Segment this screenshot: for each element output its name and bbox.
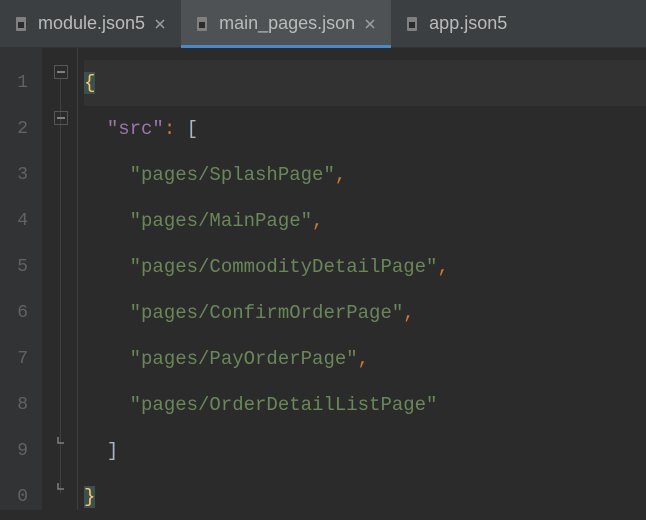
fold-end-icon[interactable]: [54, 433, 68, 447]
code-line: {: [84, 60, 646, 106]
line-number: 0: [0, 474, 28, 520]
tab-label: main_pages.json: [219, 13, 355, 34]
editor-area: 1 2 3 4 5 6 7 8 9 0 { "src": [ "pages/Sp…: [0, 48, 646, 510]
tab-main-pages-json[interactable]: main_pages.json: [181, 0, 391, 47]
fold-end-icon[interactable]: [54, 479, 68, 493]
tab-module-json5[interactable]: module.json5: [0, 0, 181, 47]
line-number: 3: [0, 152, 28, 198]
code-line: "pages/ConfirmOrderPage",: [84, 290, 646, 336]
tabs-bar: module.json5 main_pages.json app.json5: [0, 0, 646, 48]
json-file-icon: [14, 16, 30, 32]
line-number: 5: [0, 244, 28, 290]
line-number: 1: [0, 60, 28, 106]
line-number: 8: [0, 382, 28, 428]
tab-label: app.json5: [429, 13, 507, 34]
json-file-icon: [405, 16, 421, 32]
code-line: "pages/CommodityDetailPage",: [84, 244, 646, 290]
line-number: 4: [0, 198, 28, 244]
code-editor[interactable]: { "src": [ "pages/SplashPage", "pages/Ma…: [78, 48, 646, 510]
fold-line: [60, 79, 61, 493]
code-line: "pages/PayOrderPage",: [84, 336, 646, 382]
line-number: 6: [0, 290, 28, 336]
tab-label: module.json5: [38, 13, 145, 34]
tab-app-json5[interactable]: app.json5: [391, 0, 521, 47]
code-line: "pages/OrderDetailListPage": [84, 382, 646, 428]
close-icon[interactable]: [363, 17, 377, 31]
close-icon[interactable]: [153, 17, 167, 31]
code-line: ]: [84, 428, 646, 474]
code-line: "pages/SplashPage",: [84, 152, 646, 198]
line-number: 9: [0, 428, 28, 474]
line-number: 2: [0, 106, 28, 152]
code-line: "pages/MainPage",: [84, 198, 646, 244]
json-file-icon: [195, 16, 211, 32]
code-line: }: [84, 474, 646, 520]
line-number: 7: [0, 336, 28, 382]
fold-column: [42, 48, 78, 510]
code-line: "src": [: [84, 106, 646, 152]
fold-collapse-icon[interactable]: [54, 65, 68, 79]
line-gutter: 1 2 3 4 5 6 7 8 9 0: [0, 48, 42, 510]
fold-collapse-icon[interactable]: [54, 111, 68, 125]
